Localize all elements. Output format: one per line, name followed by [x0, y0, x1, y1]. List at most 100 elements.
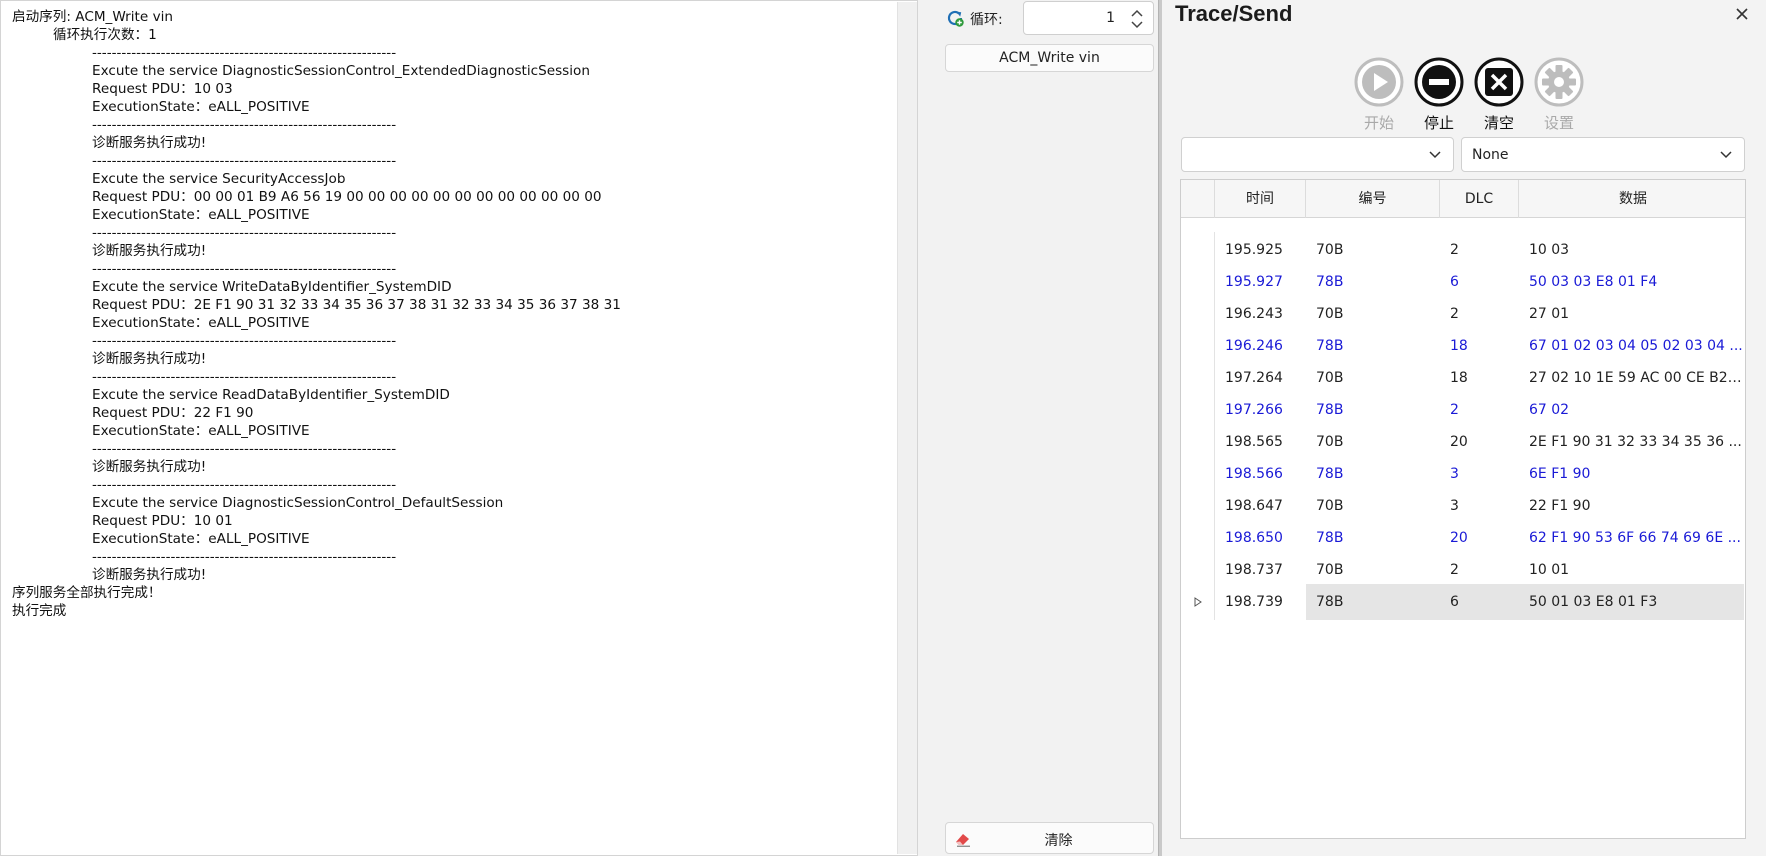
- table-row[interactable]: 198.650 78B 20 62 F1 90 53 6F 66 74 69 6E .…: [1181, 520, 1745, 556]
- table-row[interactable]: 195.927 78B 6 50 03 03 E8 01 F4: [1181, 264, 1745, 300]
- cell-dlc: 20: [1450, 530, 1468, 546]
- cell-data: 10 01: [1529, 562, 1570, 578]
- cell-time: 195.925: [1225, 242, 1283, 258]
- cell-time: 198.647: [1225, 498, 1283, 514]
- table-row[interactable]: 195.925 70B 2 10 03: [1181, 232, 1745, 268]
- sequence-acm-write-vin-button[interactable]: ACM_Write vin: [945, 44, 1154, 72]
- settings-button[interactable]: 设置: [1531, 56, 1587, 132]
- cell-dlc: 18: [1450, 338, 1468, 354]
- table-row[interactable]: 198.739 78B 6 50 01 03 E8 01 F3: [1181, 584, 1745, 620]
- row-expander[interactable]: [1181, 328, 1215, 364]
- cell-time: 198.566: [1225, 466, 1283, 482]
- column-header-time[interactable]: 时间: [1215, 180, 1306, 218]
- row-expander[interactable]: [1181, 296, 1215, 332]
- row-expander[interactable]: [1181, 232, 1215, 268]
- table-row[interactable]: 198.647 70B 3 22 F1 90: [1181, 488, 1745, 524]
- log-line: Request PDU：10 03: [92, 81, 233, 97]
- table-row[interactable]: 197.266 78B 2 67 02: [1181, 392, 1745, 428]
- row-expander[interactable]: [1181, 360, 1215, 396]
- row-expander[interactable]: [1181, 488, 1215, 524]
- row-expander[interactable]: [1181, 520, 1215, 556]
- log-line: 诊断服务执行成功!: [92, 351, 207, 367]
- cell-data: 6E F1 90: [1529, 466, 1591, 482]
- cell-data: 50 01 03 E8 01 F3: [1519, 584, 1744, 620]
- log-line: Request PDU：22 F1 90: [92, 405, 254, 421]
- trace-table[interactable]: 时间 编号 DLC 数据 195.925 70B 2 10 03 195.927 78B 6…: [1180, 179, 1746, 839]
- cell-id: 78B: [1316, 402, 1344, 418]
- cell-time: 198.737: [1225, 562, 1283, 578]
- log-line: ----------------------------------------…: [92, 369, 397, 385]
- cell-id: 70B: [1316, 562, 1344, 578]
- chevron-down-icon: [1429, 151, 1441, 159]
- log-line: Request PDU：2E F1 90 31 32 33 34 35 36 3…: [92, 297, 621, 313]
- log-line: ----------------------------------------…: [92, 333, 397, 349]
- channel-filter-select[interactable]: [1181, 137, 1454, 172]
- log-line: Request PDU：00 00 01 B9 A6 56 19 00 00 0…: [92, 189, 602, 205]
- row-expander[interactable]: [1181, 552, 1215, 588]
- row-expander[interactable]: [1181, 264, 1215, 300]
- cell-dlc: 3: [1450, 466, 1459, 482]
- clear-trace-button[interactable]: 清空: [1471, 56, 1527, 132]
- row-expander[interactable]: [1181, 424, 1215, 460]
- row-expander[interactable]: [1181, 456, 1215, 492]
- loop-count-value[interactable]: 1: [1106, 10, 1115, 26]
- column-header-id[interactable]: 编号: [1306, 180, 1440, 218]
- log-line: 序列服务全部执行完成！: [12, 585, 162, 601]
- log-line: 执行完成: [12, 603, 67, 619]
- column-header-expander: [1181, 180, 1215, 218]
- chevron-up-icon[interactable]: [1129, 7, 1145, 19]
- cell-dlc: 6: [1450, 274, 1459, 290]
- cell-dlc: 3: [1450, 498, 1459, 514]
- chevron-down-icon: [1720, 151, 1732, 159]
- log-scrollbar[interactable]: [897, 2, 917, 854]
- log-line: ----------------------------------------…: [92, 261, 397, 277]
- cell-dlc: 18: [1450, 370, 1468, 386]
- chevron-down-icon[interactable]: [1129, 19, 1145, 31]
- cell-id: 78B: [1316, 274, 1344, 290]
- cell-id: 78B: [1306, 584, 1440, 620]
- log-line: ----------------------------------------…: [92, 45, 397, 61]
- table-row[interactable]: 196.243 70B 2 27 01: [1181, 296, 1745, 332]
- clear-log-button[interactable]: 清除: [945, 822, 1154, 854]
- cell-time: 198.565: [1225, 434, 1283, 450]
- start-button[interactable]: 开始: [1351, 56, 1407, 132]
- column-header-data[interactable]: 数据: [1519, 180, 1745, 218]
- id-filter-select[interactable]: None: [1461, 137, 1745, 172]
- cell-data: 62 F1 90 53 6F 66 74 69 6E ...: [1529, 530, 1741, 546]
- play-icon: [1354, 57, 1404, 107]
- row-expander[interactable]: [1181, 392, 1215, 428]
- log-line: ----------------------------------------…: [92, 441, 397, 457]
- cell-dlc: 2: [1450, 242, 1459, 258]
- app-window: 启动序列: ACM_Write vin 循环执行次数：1 -------------…: [0, 0, 1766, 856]
- table-row[interactable]: 198.737 70B 2 10 01: [1181, 552, 1745, 588]
- expand-row-icon[interactable]: [1194, 597, 1202, 607]
- cell-data: 10 03: [1529, 242, 1570, 258]
- cell-time: 196.243: [1225, 306, 1283, 322]
- cell-dlc: 2: [1450, 306, 1459, 322]
- sequence-log-panel[interactable]: 启动序列: ACM_Write vin 循环执行次数：1 -------------…: [0, 0, 918, 856]
- trace-panel-title: Trace/Send: [1175, 1, 1293, 26]
- clear-log-label: 清除: [1044, 833, 1073, 849]
- log-line: Excute the service SecurityAccessJob: [92, 171, 346, 187]
- table-row[interactable]: 196.246 78B 18 67 01 02 03 04 05 02 03 04 .…: [1181, 328, 1745, 364]
- table-row[interactable]: 198.566 78B 3 6E F1 90: [1181, 456, 1745, 492]
- cell-dlc: 6: [1440, 584, 1519, 620]
- cell-dlc: 20: [1450, 434, 1468, 450]
- close-icon[interactable]: [1734, 6, 1750, 22]
- id-filter-value: None: [1472, 147, 1509, 163]
- log-line: 循环执行次数：1: [53, 27, 157, 43]
- log-line: 启动序列: ACM_Write vin: [12, 9, 174, 25]
- row-expander[interactable]: [1181, 584, 1215, 620]
- stop-button[interactable]: 停止: [1411, 56, 1467, 132]
- cell-data: 2E F1 90 31 32 33 34 35 36 ...: [1529, 434, 1742, 450]
- table-row[interactable]: 197.264 70B 18 27 02 10 1E 59 AC 00 CE B2 .…: [1181, 360, 1745, 396]
- column-header-dlc[interactable]: DLC: [1440, 180, 1519, 218]
- cell-data: 22 F1 90: [1529, 498, 1591, 514]
- log-line: ----------------------------------------…: [92, 153, 397, 169]
- log-line: ExecutionState：eALL_POSITIVE: [92, 207, 310, 223]
- loop-count-spinbox[interactable]: 1: [1023, 1, 1154, 35]
- cell-dlc: 2: [1450, 562, 1459, 578]
- table-row[interactable]: 198.565 70B 20 2E F1 90 31 32 33 34 35 36 .…: [1181, 424, 1745, 460]
- cell-data: 67 02: [1529, 402, 1570, 418]
- log-line: Request PDU：10 01: [92, 513, 233, 529]
